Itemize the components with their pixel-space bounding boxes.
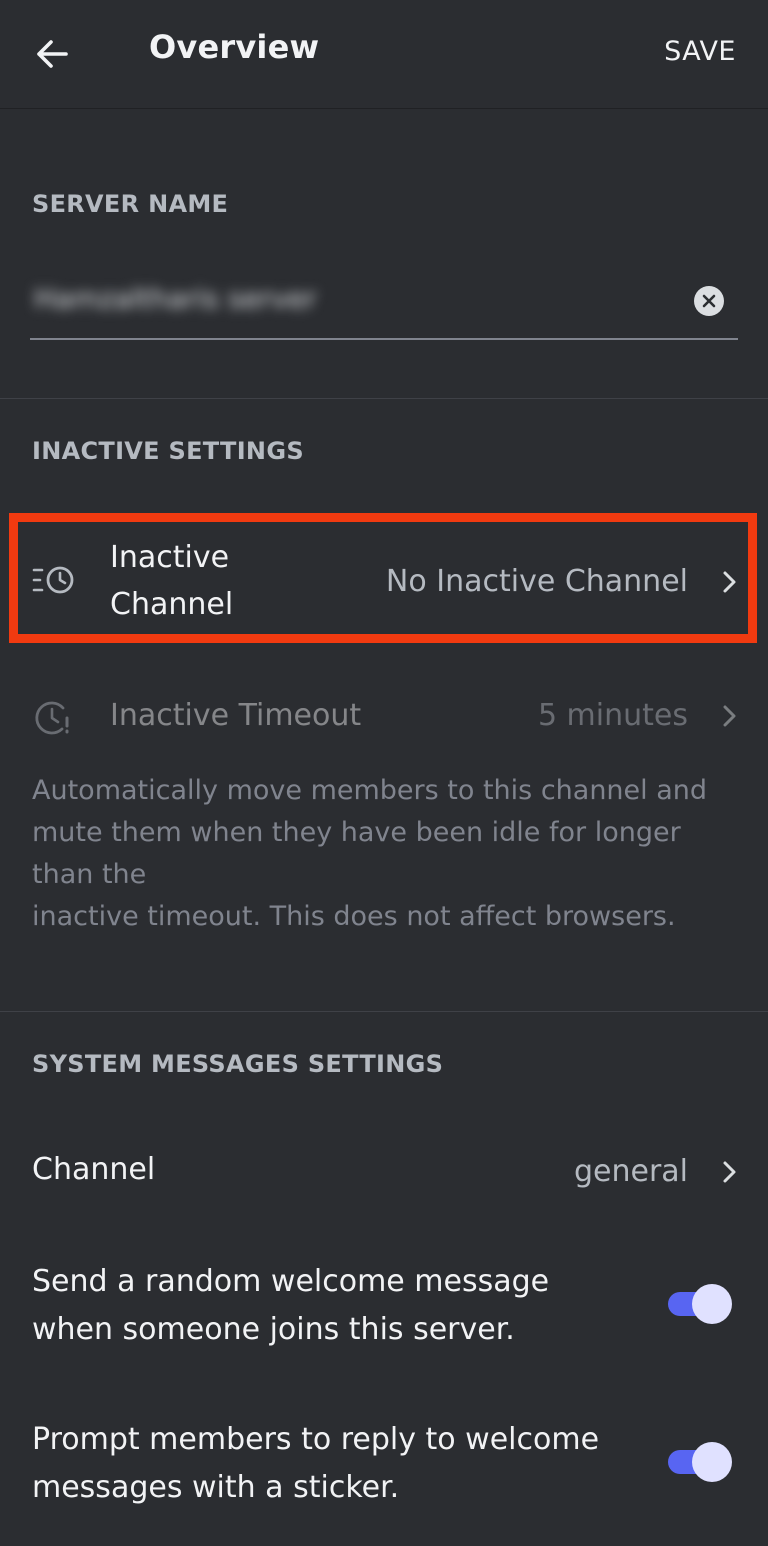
sticker-prompt-toggle-label: Prompt members to reply to welcome messa… bbox=[32, 1422, 600, 1505]
system-channel-value: general bbox=[573, 1154, 688, 1189]
inactive-channel-value: No Inactive Channel bbox=[385, 564, 688, 599]
inactive-timeout-icon bbox=[35, 701, 69, 735]
toggle-knob bbox=[692, 1284, 732, 1324]
chevron-right-icon bbox=[723, 571, 736, 593]
back-button[interactable] bbox=[28, 30, 76, 78]
server-name-section-label: SERVER NAME bbox=[32, 190, 229, 218]
section-divider bbox=[0, 1011, 768, 1012]
chevron-right-icon bbox=[723, 705, 736, 727]
inactive-settings-section-label: INACTIVE SETTINGS bbox=[32, 437, 304, 465]
system-channel-row[interactable]: Channel general bbox=[0, 1132, 768, 1212]
toggle-knob bbox=[692, 1442, 732, 1482]
server-name-field[interactable]: Hamzaltharis server bbox=[30, 262, 738, 340]
inactive-timeout-row[interactable]: Inactive Timeout 5 minutes bbox=[0, 680, 768, 756]
system-messages-section-label: SYSTEM MESSAGES SETTINGS bbox=[32, 1050, 444, 1078]
clear-circle-icon bbox=[702, 294, 716, 308]
inactive-timeout-value: 5 minutes bbox=[537, 698, 688, 733]
inactive-channel-icon bbox=[32, 566, 74, 594]
system-channel-label: Channel bbox=[32, 1152, 156, 1187]
inactive-channel-row[interactable]: Inactive Channel No Inactive Channel bbox=[0, 522, 768, 634]
inactive-timeout-label: Inactive Timeout bbox=[110, 698, 362, 733]
welcome-message-toggle-label: Send a random welcome message when someo… bbox=[32, 1264, 550, 1347]
sticker-prompt-toggle[interactable] bbox=[668, 1442, 732, 1482]
clear-input-button[interactable] bbox=[694, 286, 724, 316]
section-divider bbox=[0, 398, 768, 399]
page-title: Overview bbox=[149, 28, 320, 66]
inactive-helper-text: Automatically move members to this chann… bbox=[32, 775, 708, 932]
arrow-left-icon bbox=[37, 40, 68, 68]
chevron-right-icon bbox=[723, 1161, 736, 1183]
server-name-input[interactable]: Hamzaltharis server bbox=[34, 282, 316, 315]
welcome-message-toggle[interactable] bbox=[668, 1284, 732, 1324]
save-button[interactable]: SAVE bbox=[664, 36, 736, 67]
top-app-bar: Overview SAVE bbox=[0, 0, 768, 108]
inactive-channel-label: Inactive Channel bbox=[110, 540, 234, 622]
